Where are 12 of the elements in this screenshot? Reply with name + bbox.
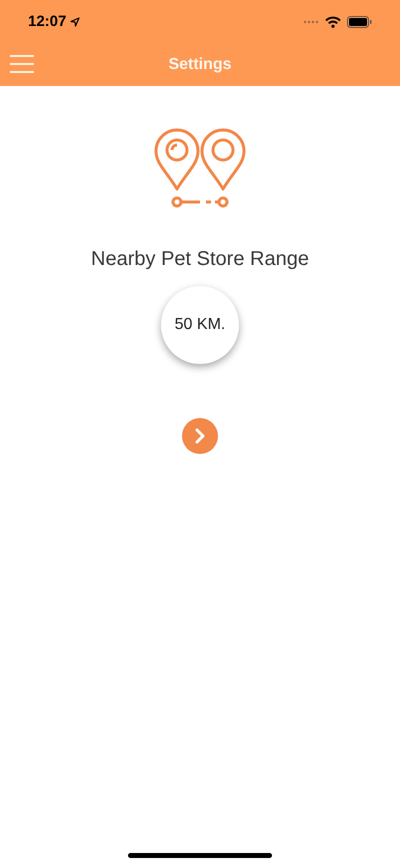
signal-dots-icon xyxy=(303,20,319,24)
chevron-right-icon xyxy=(194,428,206,444)
range-value-button[interactable]: 50 KM. xyxy=(161,286,239,364)
status-time: 12:07 xyxy=(28,12,66,32)
battery-icon xyxy=(347,16,372,28)
range-title: Nearby Pet Store Range xyxy=(91,247,309,272)
map-pins-route-icon xyxy=(153,128,247,210)
nav-title: Settings xyxy=(168,55,232,75)
menu-button[interactable] xyxy=(10,54,34,74)
next-button[interactable] xyxy=(182,418,218,454)
wifi-icon xyxy=(325,16,341,28)
location-arrow-icon xyxy=(70,17,80,27)
